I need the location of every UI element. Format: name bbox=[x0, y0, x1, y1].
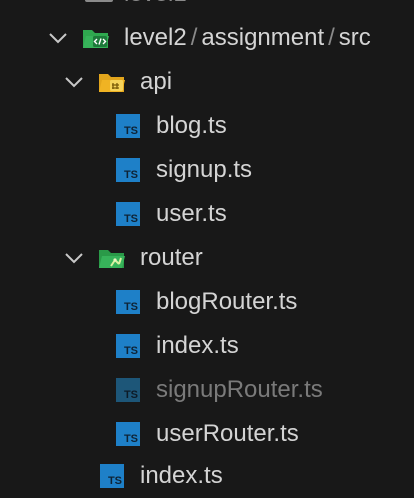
tree-row-label: blogRouter.ts bbox=[156, 288, 298, 315]
router-folder-open-icon bbox=[98, 244, 126, 272]
tree-row-folder-src[interactable]: level2/assignment / src bbox=[0, 16, 414, 60]
folder-segment-src: src bbox=[338, 24, 371, 51]
tree-row-file[interactable]: TS index.ts bbox=[0, 454, 414, 498]
tree-row-file[interactable]: TS user.ts bbox=[0, 192, 414, 236]
tree-row-file[interactable]: TS signup.ts bbox=[0, 148, 414, 192]
api-folder-open-icon bbox=[98, 68, 126, 96]
tree-row-file[interactable]: TS index.ts bbox=[0, 324, 414, 368]
path-separator: / bbox=[190, 24, 198, 51]
source-folder-open-icon bbox=[82, 24, 110, 52]
folder-segment-level2: level2 bbox=[124, 24, 187, 51]
tree-row-label: index.ts bbox=[156, 332, 239, 359]
typescript-file-icon: TS bbox=[114, 332, 142, 360]
typescript-file-icon: TS bbox=[114, 156, 142, 184]
chevron-down-icon[interactable] bbox=[62, 70, 86, 94]
tree-row-label: index.ts bbox=[140, 462, 223, 489]
tree-row-label: userRouter.ts bbox=[156, 420, 299, 447]
breadcrumb: level2/assignment / src bbox=[124, 24, 371, 52]
tree-row-label: router bbox=[140, 244, 203, 271]
tree-row-label: signupRouter.ts bbox=[156, 376, 323, 403]
tree-row-label: blog.ts bbox=[156, 112, 227, 139]
folder-icon bbox=[85, 0, 113, 2]
tree-row-file[interactable]: TS blogRouter.ts bbox=[0, 280, 414, 324]
tree-row-label: api bbox=[140, 68, 173, 95]
tree-row-file[interactable]: TS blog.ts bbox=[0, 104, 414, 148]
typescript-file-icon: TS bbox=[98, 462, 126, 490]
typescript-file-icon: TS bbox=[114, 288, 142, 316]
tree-row-level1-partial[interactable]: level1 bbox=[0, 0, 414, 8]
tree-row-label: signup.ts bbox=[156, 156, 253, 183]
chevron-down-icon[interactable] bbox=[62, 246, 86, 270]
tree-row-label: user.ts bbox=[156, 200, 227, 227]
folder-segment-assignment: assignment bbox=[201, 24, 325, 51]
typescript-file-icon: TS bbox=[114, 112, 142, 140]
typescript-file-icon: TS bbox=[114, 420, 142, 448]
tree-row-label: level1 bbox=[124, 0, 187, 8]
path-separator: / bbox=[328, 24, 335, 51]
tree-row-folder-api[interactable]: api bbox=[0, 60, 414, 104]
typescript-file-icon: TS bbox=[114, 376, 142, 404]
tree-row-folder-router[interactable]: router bbox=[0, 236, 414, 280]
typescript-file-icon: TS bbox=[114, 200, 142, 228]
file-explorer-tree: level1 level2/assignment/src bbox=[0, 0, 414, 498]
tree-row-file-ignored[interactable]: TS signupRouter.ts bbox=[0, 368, 414, 412]
chevron-down-icon[interactable] bbox=[46, 26, 70, 50]
tree-row-file[interactable]: TS userRouter.ts bbox=[0, 412, 414, 456]
